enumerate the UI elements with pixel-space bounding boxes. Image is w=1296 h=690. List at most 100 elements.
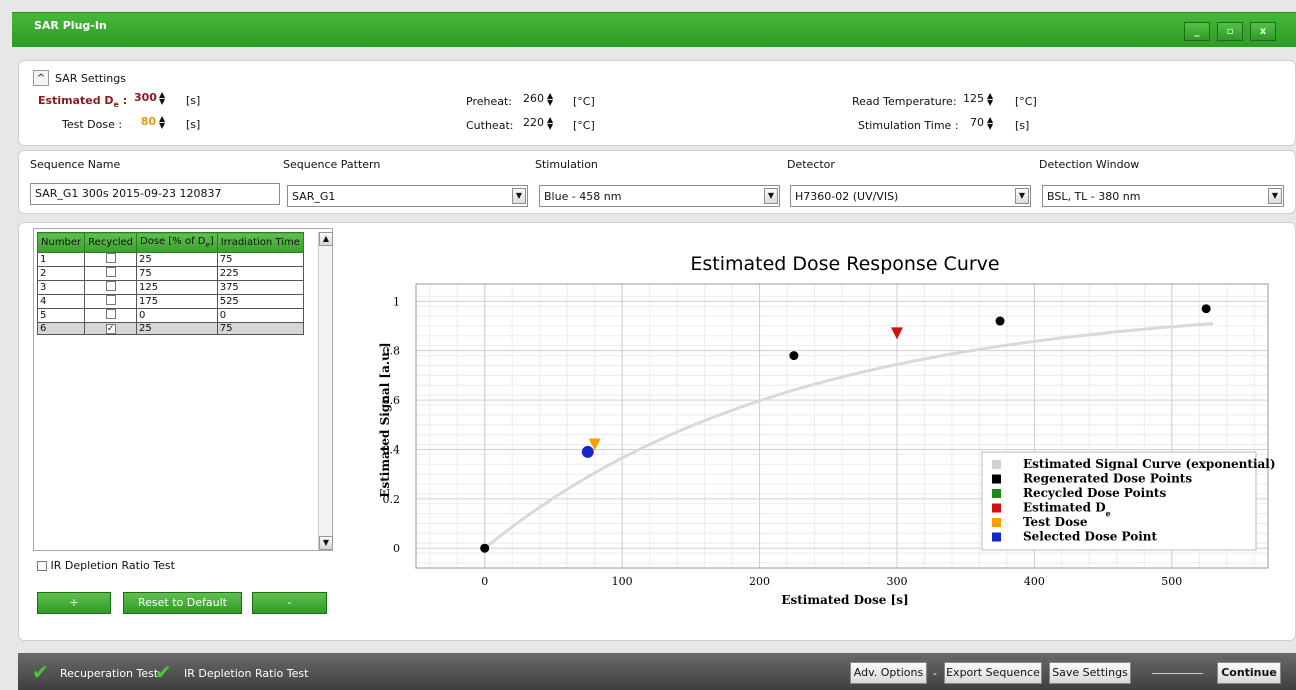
- minimize-button[interactable]: _: [1184, 22, 1210, 41]
- spinner-arrows-icon[interactable]: ▲ ▼: [159, 91, 169, 106]
- regenerated-dose-point: [480, 543, 490, 553]
- recycled-checkbox[interactable]: ✓: [105, 324, 116, 334]
- spinner-arrows-icon[interactable]: ▲ ▼: [987, 92, 997, 107]
- estimated-de-label-suffix: :: [118, 94, 128, 107]
- cell-time[interactable]: 75: [216, 252, 304, 267]
- recycled-checkbox[interactable]: [105, 281, 116, 291]
- cell-number[interactable]: 4: [36, 294, 86, 309]
- save-settings-button[interactable]: Save Settings: [1049, 662, 1131, 684]
- x-tick-label: 100: [612, 575, 633, 588]
- cell-recycled[interactable]: [84, 294, 138, 309]
- recycled-checkbox[interactable]: [105, 253, 116, 263]
- regenerated-dose-point: [789, 351, 799, 361]
- cell-dose[interactable]: 25: [136, 252, 218, 267]
- reset-to-default-button[interactable]: Reset to Default: [123, 592, 242, 614]
- cell-time[interactable]: 225: [216, 266, 304, 281]
- close-button[interactable]: x: [1250, 22, 1276, 41]
- scroll-up-icon[interactable]: ▲: [319, 232, 333, 246]
- test-dose-unit: [s]: [186, 118, 201, 131]
- spinner-arrows-icon[interactable]: ▲ ▼: [547, 116, 557, 131]
- cell-recycled[interactable]: [84, 266, 138, 281]
- preheat-value[interactable]: 260: [522, 92, 544, 105]
- cell-recycled[interactable]: [84, 280, 138, 295]
- stimulation-time-unit: [s]: [1015, 119, 1030, 132]
- cell-dose[interactable]: 175: [136, 294, 218, 309]
- table-row[interactable]: 4 175 525: [36, 294, 304, 309]
- cell-number[interactable]: 3: [36, 280, 86, 295]
- estimated-de-value[interactable]: 300: [134, 91, 157, 104]
- estimated-de-spinner[interactable]: 300 ▲ ▼: [134, 91, 169, 107]
- chevron-down-icon[interactable]: ▼: [1015, 188, 1029, 204]
- column-header-irradiation-time[interactable]: Irradiation Time: [216, 232, 304, 253]
- cell-recycled[interactable]: [84, 308, 138, 323]
- adv-options-button[interactable]: Adv. Options: [850, 662, 927, 684]
- cell-dose[interactable]: 75: [136, 266, 218, 281]
- sequence-name-input[interactable]: SAR_G1 300s 2015-09-23 120837: [30, 183, 280, 205]
- cell-number[interactable]: 5: [36, 308, 86, 323]
- x-tick-label: 300: [886, 575, 907, 588]
- table-row[interactable]: 1 25 75: [36, 252, 304, 267]
- cutheat-value[interactable]: 220: [522, 116, 544, 129]
- stimulation-time-value[interactable]: 70: [962, 116, 984, 129]
- preheat-label: Preheat:: [466, 95, 512, 108]
- chevron-up-icon: ^: [36, 73, 46, 84]
- preheat-spinner[interactable]: 260 ▲ ▼: [522, 92, 557, 108]
- spinner-arrows-icon[interactable]: ▲ ▼: [987, 116, 997, 131]
- cell-dose[interactable]: 25: [136, 322, 218, 335]
- stimulation-select[interactable]: Blue - 458 nm ▼: [539, 185, 780, 207]
- cell-time[interactable]: 525: [216, 294, 304, 309]
- stimulation-time-spinner[interactable]: 70 ▲ ▼: [962, 116, 997, 132]
- chart-legend: Estimated Signal Curve (exponential)Rege…: [981, 451, 1276, 551]
- ir-depletion-checkbox-row[interactable]: IR Depletion Ratio Test: [37, 559, 175, 572]
- stimulation-time-label: Stimulation Time :: [858, 119, 959, 132]
- estimated-de-label-text: Estimated D: [38, 94, 114, 107]
- chevron-down-icon[interactable]: ▼: [764, 188, 778, 204]
- recycled-checkbox[interactable]: [105, 295, 116, 305]
- detector-select[interactable]: H7360-02 (UV/VIS) ▼: [790, 185, 1031, 207]
- cell-recycled[interactable]: [84, 252, 138, 267]
- cell-number[interactable]: 1: [36, 252, 86, 267]
- add-row-button[interactable]: +: [37, 592, 111, 614]
- cell-time[interactable]: 75: [216, 322, 304, 335]
- column-header-dose[interactable]: Dose [% of De]: [136, 232, 218, 253]
- table-row[interactable]: 3 125 375: [36, 280, 304, 295]
- cell-time[interactable]: 375: [216, 280, 304, 295]
- column-header-number[interactable]: Number: [36, 232, 86, 253]
- recycled-checkbox[interactable]: [105, 309, 116, 319]
- table-row[interactable]: 2 75 225: [36, 266, 304, 281]
- test-dose-spinner[interactable]: 80 ▲ ▼: [134, 115, 169, 131]
- table-scrollbar[interactable]: ▲ ▼: [318, 232, 333, 550]
- recycled-checkbox[interactable]: [105, 267, 116, 277]
- sar-settings-toggle[interactable]: ^: [33, 70, 49, 86]
- legend-swatch: [992, 460, 1001, 469]
- test-dose-value[interactable]: 80: [134, 115, 156, 128]
- scroll-down-icon[interactable]: ▼: [319, 536, 333, 550]
- export-sequence-button[interactable]: Export Sequence: [944, 662, 1042, 684]
- read-temperature-label: Read Temperature:: [852, 95, 957, 108]
- ir-depletion-checkbox[interactable]: [37, 561, 47, 571]
- cell-number[interactable]: 2: [36, 266, 86, 281]
- spinner-arrows-icon[interactable]: ▲ ▼: [159, 115, 169, 130]
- read-temperature-value[interactable]: 125: [962, 92, 984, 105]
- chevron-down-icon[interactable]: ▼: [1268, 188, 1282, 204]
- continue-button[interactable]: Continue: [1217, 662, 1281, 684]
- test-dose-label: Test Dose :: [62, 118, 123, 131]
- detection-window-select[interactable]: BSL, TL - 380 nm ▼: [1042, 185, 1284, 207]
- sequence-pattern-select[interactable]: SAR_G1 ▼: [287, 185, 528, 207]
- cell-dose[interactable]: 125: [136, 280, 218, 295]
- x-tick-label: 200: [749, 575, 770, 588]
- table-row[interactable]: 5 0 0: [36, 308, 304, 323]
- column-header-recycled[interactable]: Recycled: [84, 232, 138, 253]
- table-row-selected[interactable]: 6 ✓ 25 75: [36, 322, 304, 335]
- cell-dose[interactable]: 0: [136, 308, 218, 323]
- cutheat-spinner[interactable]: 220 ▲ ▼: [522, 116, 557, 132]
- cell-number[interactable]: 6: [36, 322, 86, 335]
- maximize-button[interactable]: ▫: [1217, 22, 1243, 41]
- footer-bar: ✔ Recuperation Test ✔ IR Depletion Ratio…: [18, 653, 1296, 690]
- chevron-down-icon[interactable]: ▼: [512, 188, 526, 204]
- read-temperature-spinner[interactable]: 125 ▲ ▼: [962, 92, 997, 108]
- spinner-arrows-icon[interactable]: ▲ ▼: [547, 92, 557, 107]
- cell-recycled[interactable]: ✓: [84, 322, 138, 335]
- remove-row-button[interactable]: -: [252, 592, 327, 614]
- cell-time[interactable]: 0: [216, 308, 304, 323]
